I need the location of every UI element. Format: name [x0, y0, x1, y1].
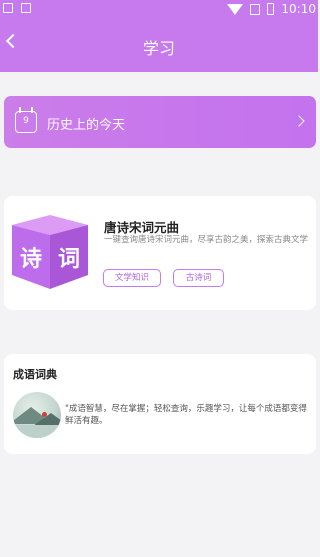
- tag-ancient-poetry[interactable]: 古诗词: [173, 269, 224, 287]
- status-bar: 10:10: [0, 0, 318, 20]
- chevron-right-icon: [293, 115, 305, 127]
- calendar-number: 9: [23, 116, 29, 126]
- page-title: 学习: [142, 39, 175, 58]
- poetry-cube-icon: 诗 词: [12, 215, 88, 289]
- wifi-icon: [227, 3, 244, 15]
- today-in-history-label: 历史上的今天: [47, 118, 126, 133]
- idiom-description: "成语智慧，尽在掌握；轻松查询，乐趣学习，让每个成语都变得鲜活有趣。: [65, 404, 307, 426]
- poetry-icon-char-1: 诗: [20, 247, 42, 272]
- poetry-card[interactable]: 诗 词 唐诗宋词元曲 一键查询唐诗宋词元曲，尽享古韵之美，探索古典文学 文学知识…: [4, 196, 316, 310]
- idiom-dictionary-card[interactable]: 成语词典 "成语智慧，尽在掌握；轻松查询，乐趣学习，让每个成语都变得鲜活有趣。: [4, 354, 316, 454]
- app-bar: 学习: [0, 20, 318, 72]
- image-icon: [3, 3, 13, 13]
- no-sim-icon: [250, 3, 261, 15]
- idiom-title: 成语词典: [13, 368, 57, 381]
- calendar-icon: 9: [15, 107, 37, 133]
- battery-icon: [267, 3, 275, 15]
- poetry-description: 一键查询唐诗宋词元曲，尽享古韵之美，探索古典文学: [104, 235, 309, 245]
- today-in-history-banner[interactable]: 9 历史上的今天: [4, 96, 316, 148]
- status-time: 10:10: [281, 2, 316, 16]
- idiom-landscape-avatar: [13, 392, 61, 438]
- app-notification-icon: [21, 3, 31, 13]
- tag-literature-knowledge[interactable]: 文学知识: [103, 269, 161, 287]
- poetry-icon-char-2: 词: [58, 247, 80, 272]
